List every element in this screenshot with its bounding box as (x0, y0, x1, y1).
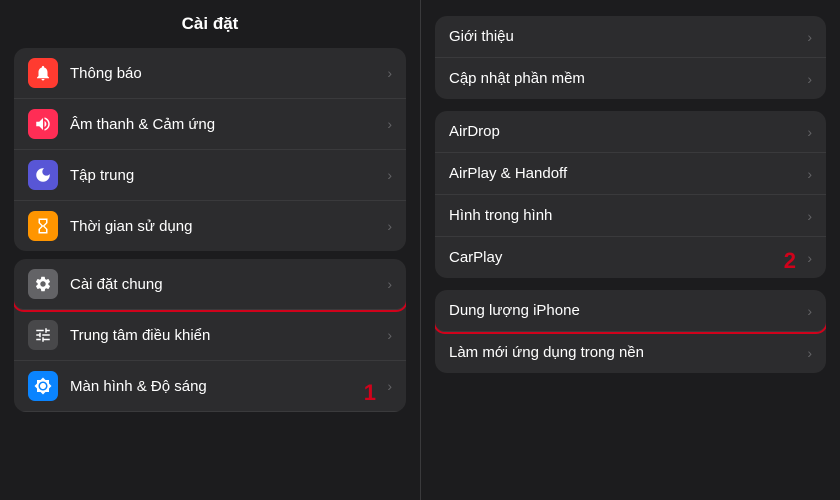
controlcenter-chevron: › (387, 327, 392, 343)
right-item-background[interactable]: Làm mới ứng dụng trong nền › (435, 332, 826, 373)
general-chevron: › (387, 276, 392, 292)
right-item-carplay[interactable]: CarPlay › 2 (435, 237, 826, 278)
settings-item-notifications[interactable]: Thông báo › (14, 48, 406, 99)
focus-chevron: › (387, 167, 392, 183)
sliders-icon (34, 326, 52, 344)
gear-icon (34, 275, 52, 293)
hourglass-icon (34, 217, 52, 235)
notifications-icon-box (28, 58, 58, 88)
sound-icon (34, 115, 52, 133)
focus-icon-box (28, 160, 58, 190)
background-chevron: › (807, 345, 812, 361)
screentime-label: Thời gian sử dụng (70, 218, 387, 235)
group-notifications: Thông báo › Âm thanh & Cảm ứng › Tập tru… (14, 48, 406, 251)
pip-label: Hình trong hình (449, 207, 807, 224)
right-item-airplay[interactable]: AirPlay & Handoff › (435, 153, 826, 195)
about-chevron: › (807, 29, 812, 45)
controlcenter-icon-box (28, 320, 58, 350)
software-label: Cập nhật phần mềm (449, 70, 807, 87)
software-chevron: › (807, 71, 812, 87)
display-chevron: › (387, 378, 392, 394)
group-about: Giới thiệu › Cập nhật phần mềm › (435, 16, 826, 99)
settings-item-focus[interactable]: Tập trung › (14, 150, 406, 201)
group-general: Cài đặt chung › Trung tâm điều khiển › M… (14, 259, 406, 412)
left-panel: Cài đặt Thông báo › Âm thanh & Cảm ứng ›… (0, 0, 420, 500)
settings-item-sounds[interactable]: Âm thanh & Cảm ứng › (14, 99, 406, 150)
screentime-chevron: › (387, 218, 392, 234)
airdrop-chevron: › (807, 124, 812, 140)
sun-icon (34, 377, 52, 395)
group-airdrop: AirDrop › AirPlay & Handoff › Hình trong… (435, 111, 826, 278)
sounds-icon-box (28, 109, 58, 139)
right-item-software[interactable]: Cập nhật phần mềm › (435, 58, 826, 99)
right-item-pip[interactable]: Hình trong hình › (435, 195, 826, 237)
notifications-chevron: › (387, 65, 392, 81)
general-label: Cài đặt chung (70, 276, 387, 293)
controlcenter-label: Trung tâm điều khiển (70, 327, 387, 344)
right-badge: 2 (784, 248, 796, 274)
airdrop-label: AirDrop (449, 123, 807, 140)
right-panel: Giới thiệu › Cập nhật phần mềm › AirDrop… (420, 0, 840, 500)
panel-title: Cài đặt (0, 0, 420, 44)
about-label: Giới thiệu (449, 28, 807, 45)
airplay-chevron: › (807, 166, 812, 182)
bell-icon (34, 64, 52, 82)
general-icon-box (28, 269, 58, 299)
sounds-label: Âm thanh & Cảm ứng (70, 116, 387, 133)
settings-item-screentime[interactable]: Thời gian sử dụng › (14, 201, 406, 251)
moon-icon (34, 166, 52, 184)
settings-item-controlcenter[interactable]: Trung tâm điều khiển › (14, 310, 406, 361)
background-label: Làm mới ứng dụng trong nền (449, 344, 807, 361)
carplay-chevron: › (807, 250, 812, 266)
airplay-label: AirPlay & Handoff (449, 165, 807, 182)
group-storage: Dung lượng iPhone › Làm mới ứng dụng tro… (435, 290, 826, 373)
screentime-icon-box (28, 211, 58, 241)
right-item-storage[interactable]: Dung lượng iPhone › (435, 290, 826, 332)
display-icon-box (28, 371, 58, 401)
focus-label: Tập trung (70, 167, 387, 184)
settings-item-display[interactable]: Màn hình & Độ sáng › (14, 361, 406, 412)
settings-item-general[interactable]: Cài đặt chung › (14, 259, 406, 310)
right-item-airdrop[interactable]: AirDrop › (435, 111, 826, 153)
carplay-label: CarPlay (449, 249, 807, 266)
storage-label: Dung lượng iPhone (449, 302, 807, 319)
notifications-label: Thông báo (70, 65, 387, 82)
storage-chevron: › (807, 303, 812, 319)
sounds-chevron: › (387, 116, 392, 132)
pip-chevron: › (807, 208, 812, 224)
display-label: Màn hình & Độ sáng (70, 378, 387, 395)
right-item-about[interactable]: Giới thiệu › (435, 16, 826, 58)
left-badge: 1 (364, 380, 376, 406)
